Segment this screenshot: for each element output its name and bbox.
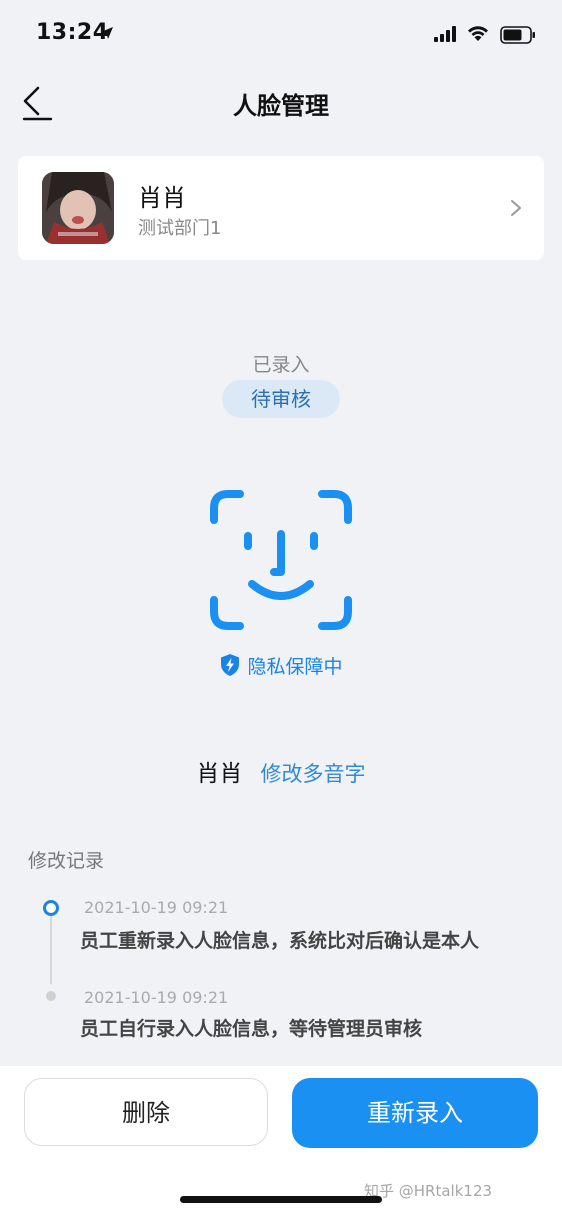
user-name: 肖肖: [138, 184, 186, 212]
status-badge: 待审核: [222, 380, 340, 418]
avatar-image: [42, 172, 114, 244]
signal-icon: [434, 26, 456, 42]
timeline-dot: [46, 991, 56, 1001]
page-title: 人脸管理: [233, 92, 329, 120]
timeline-dot-active: [43, 900, 59, 916]
edit-pronunciation-link[interactable]: 修改多音字: [261, 762, 366, 786]
shield-icon: [221, 654, 240, 676]
history-title: 修改记录: [28, 850, 105, 872]
user-department: 测试部门1: [138, 218, 222, 239]
chevron-right-icon: [511, 200, 521, 216]
timeline-line: [50, 916, 52, 984]
face-scan-icon: [210, 490, 352, 630]
privacy-indicator: 隐私保障中: [0, 652, 562, 679]
pronunciation-name: 肖肖: [196, 761, 243, 787]
status-bar: 13:24: [0, 0, 562, 64]
recorded-label: 已录入: [252, 354, 310, 376]
face-management-screen: 13:24 人脸管理 肖肖 测试部门1 已录入 待审核 隐私保障中 肖肖 修改多…: [0, 0, 562, 1215]
user-card[interactable]: 肖肖 测试部门1: [18, 156, 544, 260]
location-arrow-icon: [101, 27, 113, 39]
avatar: [42, 172, 114, 244]
battery-icon: [500, 26, 535, 44]
history-entry-time: 2021-10-19 09:21: [84, 988, 229, 1007]
home-indicator: [180, 1196, 382, 1203]
history-entry-text: 员工重新录入人脸信息，系统比对后确认是本人: [80, 930, 480, 952]
nav-bar: 人脸管理: [0, 66, 562, 136]
privacy-text: 隐私保障中: [247, 656, 343, 678]
history-entry-time: 2021-10-19 09:21: [84, 898, 229, 917]
history-entry-text: 员工自行录入人脸信息，等待管理员审核: [80, 1018, 423, 1040]
status-time: 13:24: [36, 20, 109, 45]
watermark: 知乎 @HRtalk123: [364, 1182, 493, 1200]
pronunciation-row: 肖肖 修改多音字: [0, 754, 562, 788]
wifi-icon: [468, 26, 488, 41]
re-enroll-button[interactable]: 重新录入: [292, 1078, 538, 1148]
delete-button[interactable]: 删除: [24, 1078, 268, 1146]
